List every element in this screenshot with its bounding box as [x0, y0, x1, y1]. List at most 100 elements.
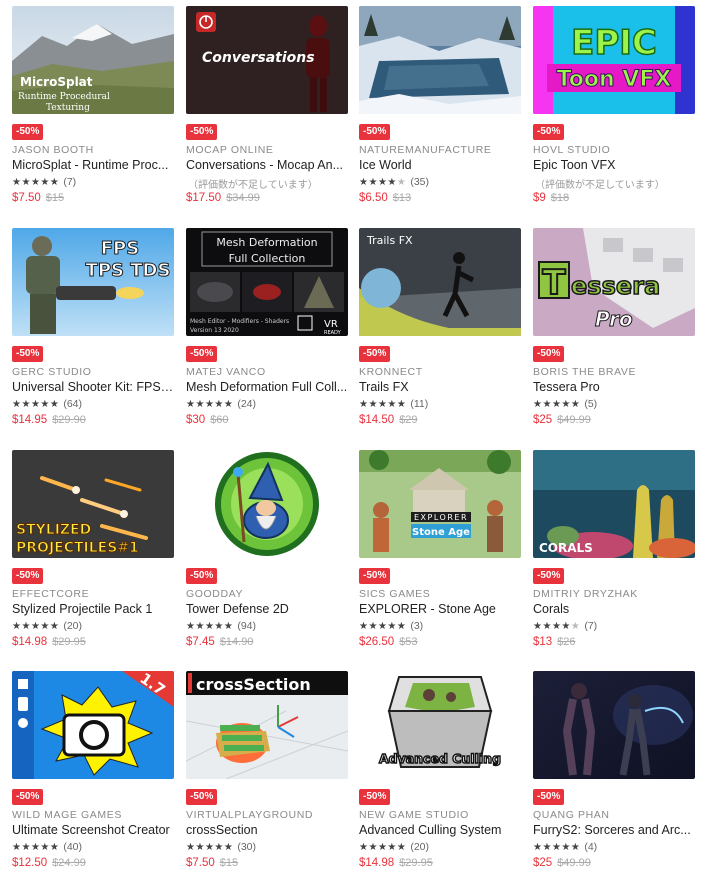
product-thumbnail[interactable]: Conversations	[186, 6, 348, 114]
product-title[interactable]: Tessera Pro	[533, 380, 695, 394]
publisher-name[interactable]: MOCAP ONLINE	[186, 144, 348, 156]
product-card[interactable]: Advanced Culling -50% NEW GAME STUDIO Ad…	[359, 671, 521, 878]
product-title[interactable]: Stylized Projectile Pack 1	[12, 602, 174, 616]
product-thumbnail-art: EXPLORER Stone Age	[359, 450, 521, 558]
product-title[interactable]: Mesh Deformation Full Coll...	[186, 380, 348, 394]
product-title[interactable]: Tower Defense 2D	[186, 602, 348, 616]
product-title[interactable]: crossSection	[186, 823, 348, 837]
product-thumbnail[interactable]: crossSection	[186, 671, 348, 779]
product-thumbnail[interactable]: EPIC Toon VFX	[533, 6, 695, 114]
publisher-name[interactable]: MATEJ VANCO	[186, 366, 348, 378]
price-row: $7.45 $14.90	[186, 636, 253, 648]
publisher-name[interactable]: NATUREMANUFACTURE	[359, 144, 521, 156]
original-price: $53	[399, 636, 418, 648]
star-full-icon: ★	[195, 842, 205, 853]
star-full-icon: ★	[551, 621, 562, 632]
star-full-icon: ★	[21, 177, 31, 188]
product-title[interactable]: Corals	[533, 602, 695, 616]
product-thumbnail[interactable]: T essera Pro	[533, 228, 695, 336]
publisher-name[interactable]: GOODDAY	[186, 588, 348, 600]
product-grid: MicroSplat Runtime Procedural Texturing …	[0, 0, 707, 878]
publisher-name[interactable]: SICS GAMES	[359, 588, 521, 600]
product-card[interactable]: EXPLORER Stone Age -50% SICS GAMES EXPLO…	[359, 450, 521, 668]
product-thumbnail[interactable]	[186, 450, 348, 558]
product-card[interactable]: MicroSplat Runtime Procedural Texturing …	[12, 6, 174, 224]
svg-text:crossSection: crossSection	[196, 675, 311, 694]
product-card[interactable]: EPIC Toon VFX -50% HOVL STUDIO Epic Toon…	[533, 6, 695, 224]
publisher-name[interactable]: QUANG PHAN	[533, 809, 695, 821]
rating-count: (20)	[63, 620, 83, 632]
product-thumbnail[interactable]: 1.7	[12, 671, 174, 779]
product-thumbnail[interactable]: EXPLORER Stone Age	[359, 450, 521, 558]
product-title[interactable]: Trails FX	[359, 380, 521, 394]
star-rating: ★★★★★	[12, 621, 59, 632]
product-card[interactable]: FPS TPS TDS -50% GERC STUDIO Universal S…	[12, 228, 174, 446]
product-card[interactable]: -50% GOODDAY Tower Defense 2D ★★★★★ (94) …	[186, 450, 348, 668]
product-card[interactable]: CORALS -50% DMITRIY DRYZHAK Corals ★★★★★…	[533, 450, 695, 668]
svg-text:CORALS: CORALS	[539, 541, 593, 555]
product-card[interactable]: Mesh Deformation Full Collection Mesh Ed…	[186, 228, 348, 446]
product-title[interactable]: MicroSplat - Runtime Proc...	[12, 158, 174, 172]
product-thumbnail[interactable]	[359, 6, 521, 114]
svg-text:Conversations: Conversations	[202, 50, 315, 66]
product-thumbnail[interactable]: Mesh Deformation Full Collection Mesh Ed…	[186, 228, 348, 336]
product-thumbnail[interactable]: FPS TPS TDS	[12, 228, 174, 336]
publisher-name[interactable]: DMITRIY DRYZHAK	[533, 588, 695, 600]
product-card[interactable]: STYLIZED PROJECTILES#1 -50% EFFECTCORE S…	[12, 450, 174, 668]
publisher-name[interactable]: NEW GAME STUDIO	[359, 809, 521, 821]
rating-count: (40)	[63, 841, 83, 853]
product-card[interactable]: -50% QUANG PHAN FurryS2: Sorceres and Ar…	[533, 671, 695, 878]
rating-count: (24)	[237, 398, 257, 410]
discount-badge: -50%	[533, 124, 565, 140]
svg-text:Pro: Pro	[595, 307, 633, 331]
svg-text:VR: VR	[324, 319, 338, 330]
product-title[interactable]: Universal Shooter Kit: FPS,...	[12, 380, 174, 394]
star-full-icon: ★	[49, 399, 60, 410]
product-title[interactable]: Ultimate Screenshot Creator	[12, 823, 174, 837]
product-card[interactable]: 1.7 -50% WILD MAGE GAMES Ultimate Screen…	[12, 671, 174, 878]
product-card[interactable]: -50% NATUREMANUFACTURE Ice World ★★★★★ (3…	[359, 6, 521, 224]
discount-badge: -50%	[359, 124, 391, 140]
sale-price: $25	[533, 414, 553, 426]
product-thumbnail[interactable]: Trails FX	[359, 228, 521, 336]
svg-text:Version 13 2020: Version 13 2020	[190, 327, 239, 334]
publisher-name[interactable]: EFFECTCORE	[12, 588, 174, 600]
product-thumbnail[interactable]: MicroSplat Runtime Procedural Texturing	[12, 6, 174, 114]
star-full-icon: ★	[387, 399, 397, 410]
svg-text:EPIC: EPIC	[571, 23, 657, 63]
publisher-name[interactable]: WILD MAGE GAMES	[12, 809, 174, 821]
product-title[interactable]: Ice World	[359, 158, 521, 172]
rating-count: (30)	[237, 841, 257, 853]
publisher-name[interactable]: HOVL STUDIO	[533, 144, 695, 156]
svg-text:TPS TDS: TPS TDS	[86, 260, 171, 281]
product-title[interactable]: EXPLORER - Stone Age	[359, 602, 521, 616]
product-title[interactable]: Epic Toon VFX	[533, 158, 695, 172]
rating-row: ★★★★★ (4)	[533, 841, 597, 854]
star-full-icon: ★	[561, 621, 571, 632]
product-thumbnail[interactable]: CORALS	[533, 450, 695, 558]
product-card[interactable]: T essera Pro -50% BORIS THE BRAVE Tesser…	[533, 228, 695, 446]
publisher-name[interactable]: BORIS THE BRAVE	[533, 366, 695, 378]
publisher-name[interactable]: VIRTUALPLAYGROUND	[186, 809, 348, 821]
product-card[interactable]: Trails FX -50% KRONNECT Trails FX ★★★★★ (…	[359, 228, 521, 446]
discount-badge: -50%	[359, 568, 391, 584]
product-card[interactable]: Conversations -50% MOCAP ONLINE Conversa…	[186, 6, 348, 224]
product-thumbnail[interactable]: Advanced Culling	[359, 671, 521, 779]
publisher-name[interactable]: JASON BOOTH	[12, 144, 174, 156]
svg-text:MicroSplat: MicroSplat	[20, 75, 93, 89]
product-title[interactable]: FurryS2: Sorceres and Arc...	[533, 823, 695, 837]
product-thumbnail[interactable]: STYLIZED PROJECTILES#1	[12, 450, 174, 558]
product-card[interactable]: crossSection -50% VIRTUALPLAYGROUND cros…	[186, 671, 348, 878]
original-price: $49.99	[557, 857, 591, 869]
publisher-name[interactable]: GERC STUDIO	[12, 366, 174, 378]
rating-row: ★★★★★ (7)	[12, 176, 76, 189]
product-title[interactable]: Conversations - Mocap An...	[186, 158, 348, 172]
rating-insufficient-text: （評価数が不足しています）	[535, 180, 665, 191]
product-thumbnail-art: CORALS	[533, 450, 695, 558]
publisher-name[interactable]: KRONNECT	[359, 366, 521, 378]
price-row: $30 $60	[186, 414, 229, 426]
product-thumbnail[interactable]	[533, 671, 695, 779]
original-price: $29.95	[52, 636, 86, 648]
rating-count: (64)	[63, 398, 83, 410]
product-title[interactable]: Advanced Culling System	[359, 823, 521, 837]
